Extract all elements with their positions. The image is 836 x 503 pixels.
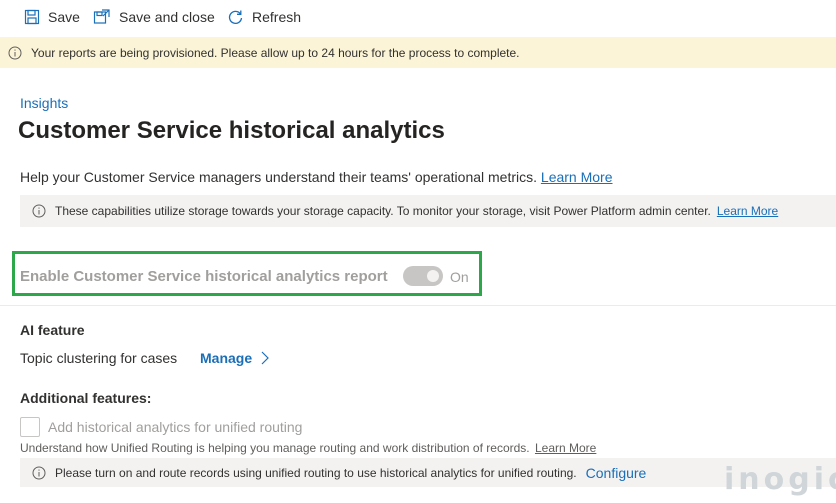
- unified-routing-notice: Please turn on and route records using u…: [20, 458, 836, 487]
- unified-routing-checkbox[interactable]: [20, 417, 40, 437]
- refresh-button[interactable]: Refresh: [227, 2, 309, 32]
- provisioning-banner: Your reports are being provisioned. Plea…: [0, 37, 836, 68]
- banner-message: Your reports are being provisioned. Plea…: [31, 45, 520, 60]
- manage-topic-clustering-link[interactable]: Manage: [200, 350, 269, 366]
- toggle-state-label: On: [450, 269, 469, 285]
- configure-link[interactable]: Configure: [586, 465, 647, 481]
- save-and-close-icon: [93, 9, 110, 24]
- storage-notice-text: These capabilities utilize storage towar…: [55, 204, 711, 218]
- routing-notice-text: Please turn on and route records using u…: [55, 465, 577, 480]
- save-label: Save: [48, 9, 80, 25]
- save-button[interactable]: Save: [24, 2, 88, 32]
- save-and-close-label: Save and close: [119, 9, 215, 25]
- enable-report-toggle[interactable]: [403, 266, 443, 286]
- enable-report-label: Enable Customer Service historical analy…: [20, 268, 388, 285]
- storage-learn-more-link[interactable]: Learn More: [717, 204, 778, 218]
- save-and-close-button[interactable]: Save and close: [93, 2, 223, 32]
- command-bar: Save Save and close Refresh: [0, 0, 836, 34]
- unified-routing-learn-more-link[interactable]: Learn More: [535, 441, 596, 455]
- info-icon: [32, 466, 46, 479]
- additional-features-heading: Additional features:: [20, 390, 152, 406]
- storage-notice: These capabilities utilize storage towar…: [20, 195, 836, 227]
- info-icon: [32, 204, 46, 218]
- help-text-body: Help your Customer Service managers unde…: [20, 169, 538, 185]
- refresh-icon: [228, 10, 243, 24]
- section-divider: [0, 305, 836, 306]
- help-text: Help your Customer Service managers unde…: [20, 169, 613, 185]
- ai-feature-heading: AI feature: [20, 322, 85, 338]
- refresh-label: Refresh: [252, 9, 302, 25]
- toggle-knob: [427, 270, 439, 282]
- page-title: Customer Service historical analytics: [18, 117, 445, 144]
- breadcrumb-insights[interactable]: Insights: [20, 95, 68, 111]
- help-learn-more-link[interactable]: Learn More: [541, 169, 613, 185]
- chevron-right-icon: [261, 351, 269, 365]
- topic-clustering-label: Topic clustering for cases: [20, 350, 178, 366]
- unified-routing-help: Understand how Unified Routing is helpin…: [20, 441, 596, 455]
- inogic-watermark-logo: inogic: [724, 462, 836, 497]
- save-icon: [24, 9, 40, 25]
- unified-routing-checkbox-label: Add historical analytics for unified rou…: [48, 419, 303, 435]
- unified-routing-help-text: Understand how Unified Routing is helpin…: [20, 441, 530, 455]
- info-icon: [8, 46, 22, 59]
- manage-label: Manage: [200, 350, 253, 366]
